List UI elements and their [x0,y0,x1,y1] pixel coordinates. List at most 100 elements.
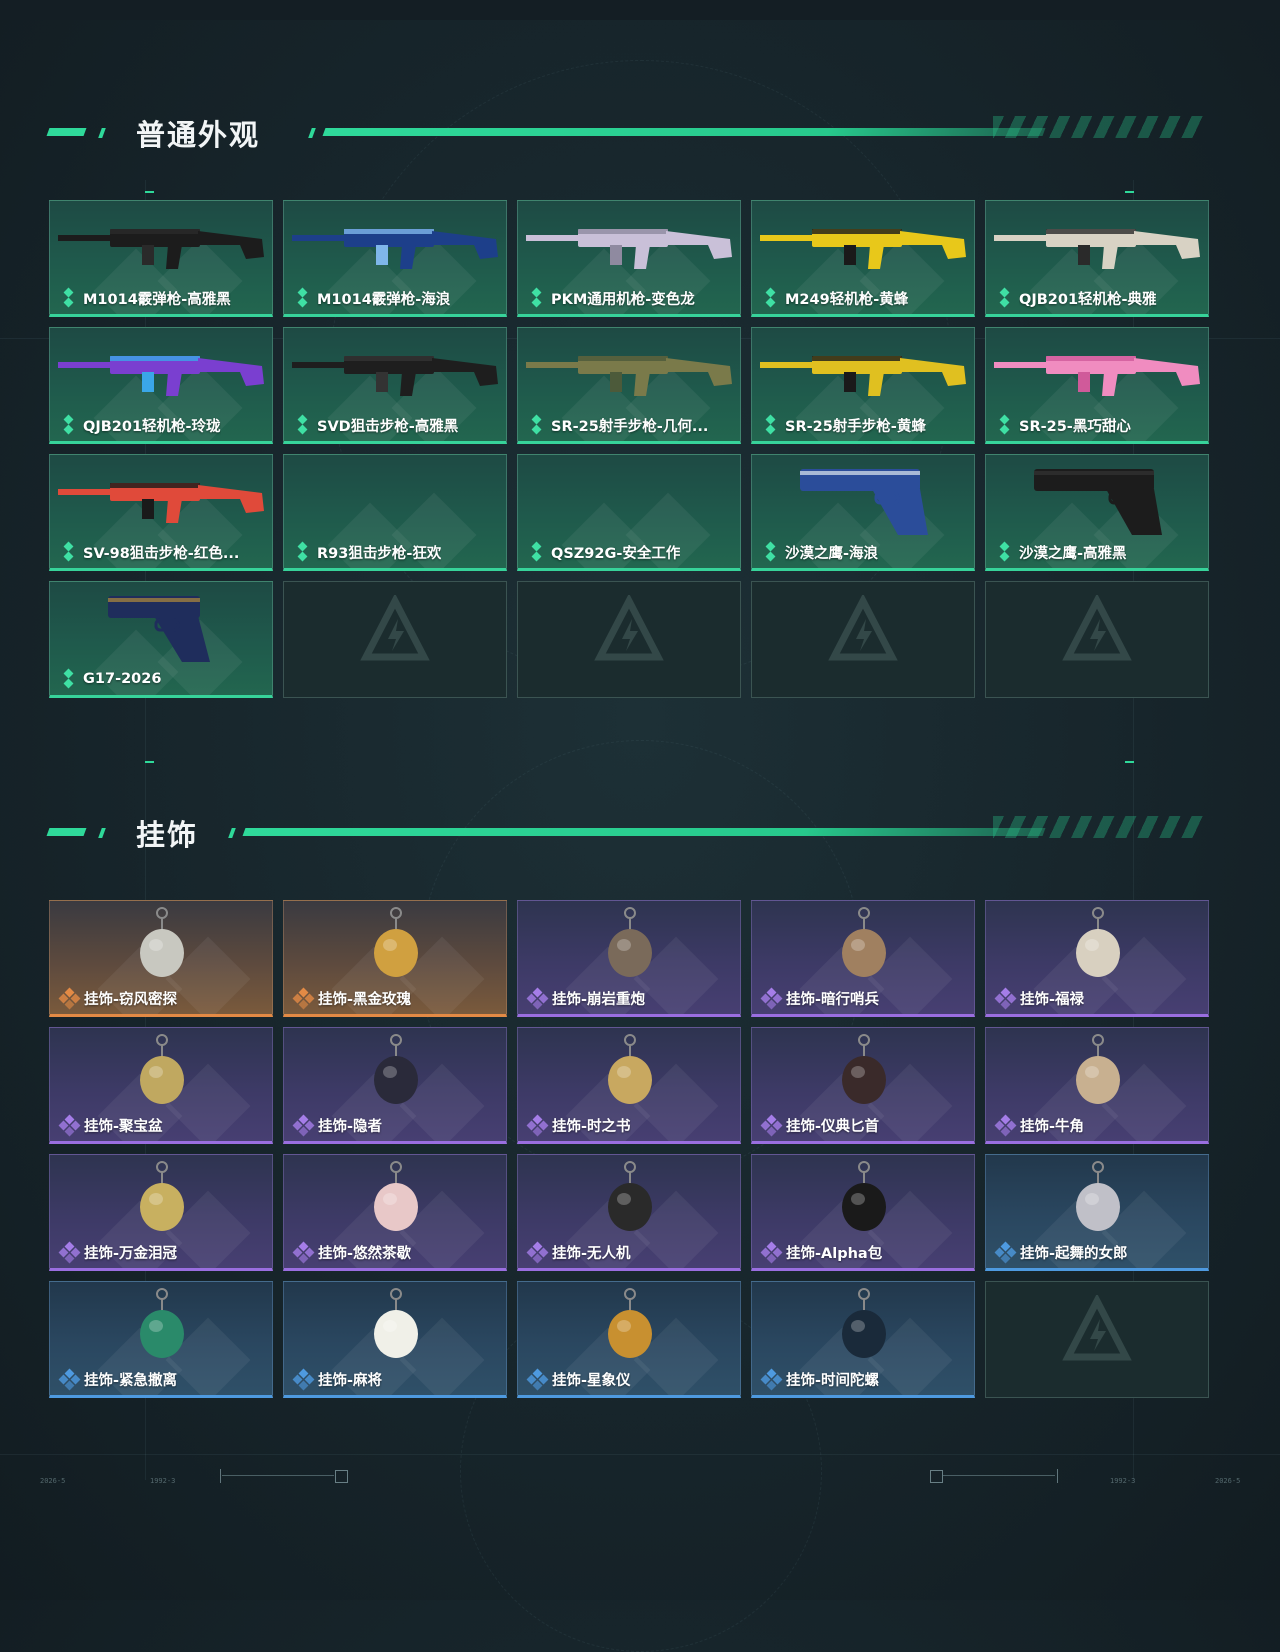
charm-card[interactable]: 挂饰-无人机 [517,1154,741,1271]
empty-slot [751,581,975,698]
skin-card[interactable]: 沙漠之鹰-高雅黑 [985,454,1209,571]
item-label-row: 挂饰-崩岩重炮 [526,987,732,1010]
quad-diamond-icon [994,987,1017,1010]
item-label: 挂饰-黑金玫瑰 [318,991,412,1008]
weapon-image [284,201,506,289]
charm-card[interactable]: 挂饰-Alpha包 [751,1154,975,1271]
corner-mark [145,761,154,763]
skin-card[interactable]: SVD狙击步枪-高雅黑 [283,327,507,444]
empty-slot [283,581,507,698]
item-label-row: 挂饰-隐者 [292,1114,498,1137]
weapon-image [50,455,272,543]
item-label-row: 挂饰-麻将 [292,1368,498,1391]
charm-image [284,1282,506,1370]
header-accent [98,128,106,138]
item-label: 挂饰-无人机 [552,1245,631,1262]
charm-card[interactable]: 挂饰-聚宝盆 [49,1027,273,1144]
section-title: 挂饰 [136,818,199,852]
logo-watermark-icon [1062,1293,1132,1365]
item-label: 沙漠之鹰-海浪 [785,545,879,562]
quad-diamond-icon [994,1241,1017,1264]
item-label-row: SR-25射手步枪-几何... [531,414,732,435]
weapon-image [752,455,974,543]
footer-code: 1992-3 [1110,1477,1136,1485]
header-accent [46,128,87,136]
weapon-image [50,582,272,670]
header-accent [46,828,87,836]
item-label: 挂饰-暗行哨兵 [786,991,880,1008]
double-diamond-icon [297,541,308,562]
item-label-row: 挂饰-福禄 [994,987,1200,1010]
charm-card[interactable]: 挂饰-窃风密探 [49,900,273,1017]
double-diamond-icon [297,287,308,308]
quad-diamond-icon [292,1368,315,1391]
charm-card[interactable]: 挂饰-暗行哨兵 [751,900,975,1017]
item-label: 挂饰-Alpha包 [786,1245,883,1262]
item-label: SV-98狙击步枪-红色... [83,545,240,562]
charm-card[interactable]: 挂饰-紧急撤离 [49,1281,273,1398]
charm-card[interactable]: 挂饰-福禄 [985,900,1209,1017]
quad-diamond-icon [292,1241,315,1264]
skin-card[interactable]: QSZ92G-安全工作 [517,454,741,571]
skin-card[interactable]: M1014霰弹枪-海浪 [283,200,507,317]
logo-watermark-icon [360,593,430,665]
charm-card[interactable]: 挂饰-黑金玫瑰 [283,900,507,1017]
header-stripes [993,116,1203,138]
item-label-row: 挂饰-星象仪 [526,1368,732,1391]
charm-card[interactable]: 挂饰-星象仪 [517,1281,741,1398]
skin-card[interactable]: SV-98狙击步枪-红色... [49,454,273,571]
charm-card[interactable]: 挂饰-悠然茶歇 [283,1154,507,1271]
item-label: 挂饰-窃风密探 [84,991,178,1008]
charm-card[interactable]: 挂饰-牛角 [985,1027,1209,1144]
section-header-skins: 普通外观 [46,116,1203,158]
quad-diamond-icon [58,1368,81,1391]
charm-card[interactable]: 挂饰-仪典匕首 [751,1027,975,1144]
header-bar [322,128,1046,136]
skin-card[interactable]: G17-2026 [49,581,273,698]
item-label: 挂饰-悠然茶歇 [318,1245,412,1262]
logo-watermark-icon [594,593,664,665]
skin-card[interactable]: M1014霰弹枪-高雅黑 [49,200,273,317]
skin-card[interactable]: SR-25-黑巧甜心 [985,327,1209,444]
charm-card[interactable]: 挂饰-时间陀螺 [751,1281,975,1398]
skin-card[interactable]: 沙漠之鹰-海浪 [751,454,975,571]
skin-card[interactable]: R93狙击步枪-狂欢 [283,454,507,571]
item-label: M1014霰弹枪-海浪 [317,291,451,308]
charm-card[interactable]: 挂饰-隐者 [283,1027,507,1144]
charm-card[interactable]: 挂饰-崩岩重炮 [517,900,741,1017]
quad-diamond-icon [994,1114,1017,1137]
header-accent [98,828,106,838]
skin-card[interactable]: SR-25射手步枪-几何... [517,327,741,444]
skin-card[interactable]: SR-25射手步枪-黄蜂 [751,327,975,444]
double-diamond-icon [999,414,1010,435]
double-diamond-icon [63,414,74,435]
skin-card[interactable]: QJB201轻机枪-玲珑 [49,327,273,444]
skin-card[interactable]: QJB201轻机枪-典雅 [985,200,1209,317]
charm-image [518,1028,740,1116]
skin-card[interactable]: M249轻机枪-黄蜂 [751,200,975,317]
double-diamond-icon [999,541,1010,562]
footer-code: 2026-5 [1215,1477,1241,1485]
weapon-image [986,328,1208,416]
charm-image [986,1028,1208,1116]
charm-card[interactable]: 挂饰-万金泪冠 [49,1154,273,1271]
charm-image [752,901,974,989]
item-label: 挂饰-聚宝盆 [84,1118,163,1135]
charm-image [986,1155,1208,1243]
item-label-row: 挂饰-悠然茶歇 [292,1241,498,1264]
item-label-row: 挂饰-窃风密探 [58,987,264,1010]
charm-image [284,1028,506,1116]
item-label: 挂饰-牛角 [1020,1118,1085,1135]
charm-card[interactable]: 挂饰-时之书 [517,1027,741,1144]
item-label-row: M1014霰弹枪-海浪 [297,287,498,308]
charms-grid: 挂饰-窃风密探 挂饰-黑金玫瑰 挂饰-崩岩重炮 挂饰-暗行哨兵 挂饰-福禄 挂饰… [49,900,1231,1398]
quad-diamond-icon [760,1241,783,1264]
item-label-row: 挂饰-聚宝盆 [58,1114,264,1137]
item-label: 挂饰-紧急撤离 [84,1372,178,1389]
charm-card[interactable]: 挂饰-麻将 [283,1281,507,1398]
charm-card[interactable]: 挂饰-起舞的女郎 [985,1154,1209,1271]
skin-card[interactable]: PKM通用机枪-变色龙 [517,200,741,317]
item-label: 挂饰-仪典匕首 [786,1118,880,1135]
item-label: 挂饰-崩岩重炮 [552,991,646,1008]
section-header-charms: 挂饰 [46,816,1203,858]
